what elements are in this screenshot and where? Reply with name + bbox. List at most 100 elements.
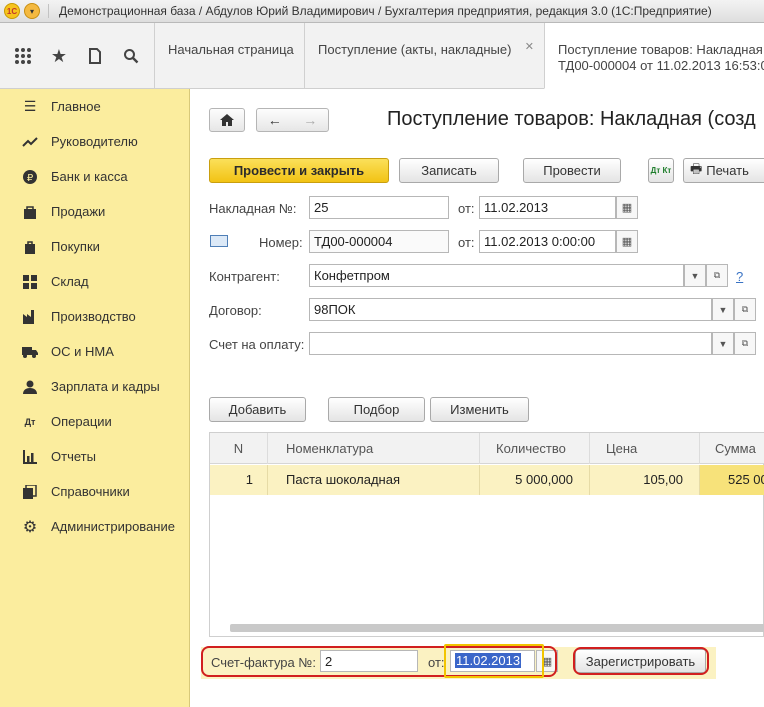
print-button-label: Печать xyxy=(706,163,749,178)
column-header-sum[interactable]: Сумма xyxy=(700,433,764,464)
sidebar-item-label: Руководителю xyxy=(51,134,138,149)
column-header-quantity[interactable]: Количество xyxy=(480,433,590,464)
sidebar-item-label: Продажи xyxy=(51,204,106,219)
sidebar-item-label: Главное xyxy=(51,99,101,114)
history-icon[interactable] xyxy=(82,43,108,69)
sidebar-item-fixed-assets[interactable]: ОС и НМА xyxy=(0,334,190,369)
sidebar-item-label: Администрирование xyxy=(51,519,175,534)
calendar-icon[interactable]: ▦ xyxy=(616,196,638,219)
calendar-icon[interactable]: ▦ xyxy=(616,230,638,253)
printer-icon: 🖶 xyxy=(690,160,703,176)
sidebar-item-production[interactable]: Производство xyxy=(0,299,190,334)
change-button[interactable]: Изменить xyxy=(430,397,529,422)
post-button[interactable]: Провести xyxy=(523,158,621,183)
bag-icon xyxy=(21,205,39,219)
sidebar-item-label: Справочники xyxy=(51,484,130,499)
menu-icon: ☰ xyxy=(23,98,37,114)
sidebar-item-label: Склад xyxy=(51,274,89,289)
sidebar-item-warehouse[interactable]: Склад xyxy=(0,264,190,299)
contract-field[interactable]: 98ПОК xyxy=(309,298,712,321)
open-icon[interactable]: ⧉ xyxy=(706,264,728,287)
post-and-close-button[interactable]: Провести и закрыть xyxy=(209,158,389,183)
open-icon[interactable]: ⧉ xyxy=(734,298,756,321)
sidebar-item-main[interactable]: ☰ Главное xyxy=(0,89,190,124)
sidebar-item-label: Производство xyxy=(51,309,136,324)
sidebar-item-label: ОС и НМА xyxy=(51,344,114,359)
chevron-down-icon[interactable]: ▼ xyxy=(684,264,706,287)
sidebar-item-label: Банк и касса xyxy=(51,169,128,184)
tab-home-label: Начальная страница xyxy=(168,42,294,57)
forward-arrow-icon[interactable]: → xyxy=(303,112,317,128)
cell-price: 105,00 xyxy=(590,465,700,495)
svg-text:₽: ₽ xyxy=(27,173,34,184)
cell-sum: 525 00 xyxy=(700,465,764,495)
invoice-date-field[interactable]: 11.02.2013 xyxy=(479,196,616,219)
highlight-date-focus xyxy=(444,644,544,678)
sidebar-item-label: Зарплата и кадры xyxy=(51,379,160,394)
number-date-from-label: от: xyxy=(458,235,475,250)
counterparty-field[interactable]: Конфетпром xyxy=(309,264,684,287)
main-menu-icon[interactable]: ▾ xyxy=(24,3,40,19)
tab-receipt-document[interactable]: Поступление товаров: Накладная ТД00-0000… xyxy=(544,23,764,89)
apps-grid-icon[interactable] xyxy=(10,43,36,69)
add-row-button[interactable]: Добавить xyxy=(209,397,306,422)
print-button[interactable]: 🖶 Печать xyxy=(683,158,764,183)
top-panel: ★ Начальная страница Поступление (акты, … xyxy=(0,23,764,89)
close-icon[interactable]: ✕ xyxy=(525,40,534,53)
favorites-star-icon[interactable]: ★ xyxy=(46,43,72,69)
open-icon[interactable]: ⧉ xyxy=(734,332,756,355)
page-title: Поступление товаров: Накладная (созд xyxy=(387,108,756,130)
column-header-price[interactable]: Цена xyxy=(590,433,700,464)
sections-sidebar: ☰ Главное Руководителю ₽ Банк и касса Пр… xyxy=(0,89,190,707)
sidebar-item-sales[interactable]: Продажи xyxy=(0,194,190,229)
number-field[interactable]: ТД00-000004 xyxy=(309,230,449,253)
contract-label: Договор: xyxy=(209,303,262,318)
warehouse-icon xyxy=(21,274,39,289)
tab-document-label: Поступление товаров: Накладная xyxy=(558,42,763,57)
history-nav: ← → xyxy=(256,108,329,132)
column-header-item[interactable]: Номенклатура xyxy=(268,433,480,464)
sidebar-item-label: Операции xyxy=(51,414,112,429)
save-button[interactable]: Записать xyxy=(399,158,499,183)
sidebar-item-reports[interactable]: Отчеты xyxy=(0,439,190,474)
cart-icon xyxy=(21,240,39,254)
pick-button[interactable]: Подбор xyxy=(328,397,425,422)
bar-chart-icon xyxy=(21,449,39,464)
debit-credit-icon: Дт xyxy=(24,416,36,427)
ruble-icon: ₽ xyxy=(21,169,39,184)
back-arrow-icon[interactable]: ← xyxy=(268,112,282,128)
sidebar-item-catalogs[interactable]: Справочники xyxy=(0,474,190,509)
help-link[interactable]: ? xyxy=(736,269,743,284)
horizontal-scrollbar[interactable] xyxy=(230,624,764,632)
sidebar-item-bank[interactable]: ₽ Банк и касса xyxy=(0,159,190,194)
window-title: Демонстрационная база / Абдулов Юрий Вла… xyxy=(59,4,712,18)
tab-home[interactable]: Начальная страница xyxy=(154,23,304,89)
people-icon xyxy=(21,380,39,394)
factory-icon xyxy=(21,309,39,324)
debit-credit-button[interactable]: Дт Кт xyxy=(648,158,674,183)
cell-item: Паста шоколадная xyxy=(268,465,480,495)
payment-account-field[interactable] xyxy=(309,332,712,355)
sidebar-item-purchases[interactable]: Покупки xyxy=(0,229,190,264)
invoice-no-field[interactable]: 25 xyxy=(309,196,449,219)
sidebar-item-payroll[interactable]: Зарплата и кадры xyxy=(0,369,190,404)
invoice-no-label: Накладная №: xyxy=(209,201,297,216)
search-icon[interactable] xyxy=(118,43,144,69)
table-row[interactable]: 1 Паста шоколадная 5 000,000 105,00 525 … xyxy=(210,465,764,495)
highlight-register-button xyxy=(573,647,709,675)
chevron-down-icon[interactable]: ▼ xyxy=(712,298,734,321)
books-icon xyxy=(21,484,39,499)
sidebar-item-operations[interactable]: Дт Операции xyxy=(0,404,190,439)
column-header-n[interactable]: N xyxy=(210,433,268,464)
title-separator xyxy=(48,4,49,18)
app-logo-icon: 1С xyxy=(4,3,20,19)
home-button[interactable] xyxy=(209,108,245,132)
document-form: ← → Поступление товаров: Накладная (созд… xyxy=(191,89,764,707)
number-date-field[interactable]: 11.02.2013 0:00:00 xyxy=(479,230,616,253)
chevron-down-icon[interactable]: ▼ xyxy=(712,332,734,355)
sidebar-item-manager[interactable]: Руководителю xyxy=(0,124,190,159)
sidebar-item-admin[interactable]: ⚙ Администрирование xyxy=(0,509,190,544)
gear-icon: ⚙ xyxy=(22,518,38,536)
tab-receipts-list[interactable]: Поступление (акты, накладные) ✕ xyxy=(304,23,544,89)
cell-quantity: 5 000,000 xyxy=(480,465,590,495)
